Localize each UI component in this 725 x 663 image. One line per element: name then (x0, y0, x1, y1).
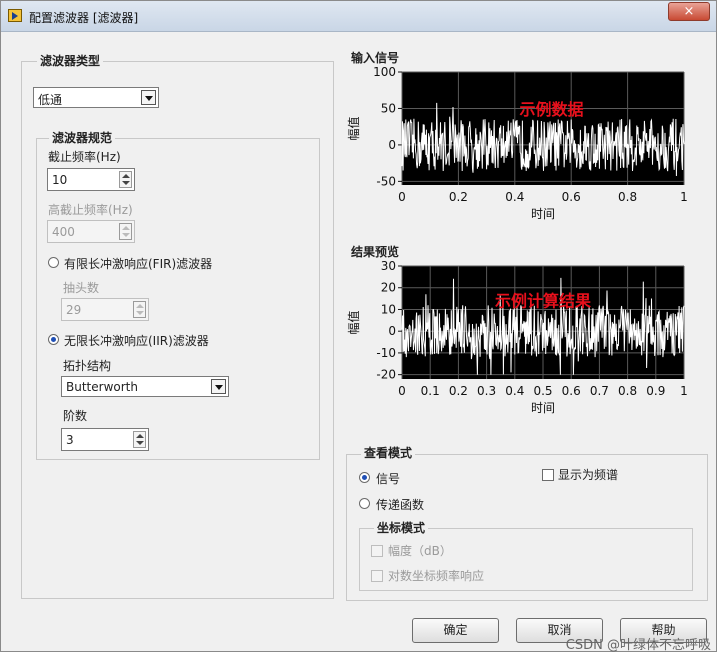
topology-label: 拓扑结构 (63, 359, 112, 373)
order-input[interactable]: 3 (61, 428, 149, 451)
show-spectrum-checkbox[interactable] (542, 469, 554, 481)
x-tick-label: 1 (680, 384, 688, 398)
high-cutoff-input: 400 (47, 220, 135, 243)
window-title: 配置滤波器 [滤波器] (29, 11, 139, 25)
cutoff-value: 10 (52, 173, 68, 187)
x-tick-label: 0 (398, 190, 406, 204)
labview-app-icon (8, 9, 22, 22)
x-tick-label: 0.1 (421, 384, 440, 398)
y-tick-label: -50 (376, 174, 396, 188)
watermark: CSDN @叶绿体不忘呼吸 (565, 638, 711, 653)
show-spectrum-label: 显示为频谱 (558, 468, 619, 482)
x-tick-label: 0 (398, 384, 406, 398)
transfer-function-radio[interactable] (359, 498, 370, 509)
signal-label: 信号 (376, 472, 401, 486)
y-tick-label: -10 (376, 346, 396, 360)
y-axis-label: 幅值 (346, 116, 361, 140)
page-bottom-strip (0, 653, 725, 663)
x-tick-label: 0.4 (505, 190, 524, 204)
chevron-down-icon[interactable] (141, 90, 156, 105)
taps-spinner (133, 301, 146, 318)
title-bar: 配置滤波器 [滤波器] × (1, 1, 716, 32)
x-tick-label: 0.2 (449, 384, 468, 398)
x-tick-label: 0.8 (618, 190, 637, 204)
x-tick-label: 0.5 (533, 384, 552, 398)
log-frequency-checkbox (371, 570, 383, 582)
ok-button[interactable]: 确定 (412, 618, 499, 643)
high-cutoff-spinner (119, 223, 132, 240)
cutoff-input[interactable]: 10 (47, 168, 135, 191)
chevron-down-icon[interactable] (211, 379, 226, 394)
taps-input: 29 (61, 298, 149, 321)
transfer-function-label: 传递函数 (376, 498, 425, 512)
filter-type-select[interactable]: 低通 (33, 87, 159, 108)
iir-radio[interactable] (48, 334, 59, 345)
x-tick-label: 0.6 (562, 384, 581, 398)
db-label: 幅度（dB） (388, 544, 452, 558)
y-axis-label: 幅值 (346, 310, 361, 334)
y-tick-label: -20 (376, 368, 396, 382)
x-tick-label: 0.6 (562, 190, 581, 204)
cutoff-label: 截止频率(Hz) (48, 150, 121, 164)
high-cutoff-value: 400 (52, 225, 75, 239)
x-tick-label: 0.7 (590, 384, 609, 398)
overlay-label: 示例计算结果 (495, 292, 591, 311)
x-axis-label: 时间 (531, 401, 555, 415)
close-button[interactable]: × (668, 2, 710, 21)
iir-label: 无限长冲激响应(IIR)滤波器 (64, 334, 209, 348)
y-tick-label: 30 (381, 259, 396, 273)
y-tick-label: 100 (373, 65, 396, 79)
input-signal-chart: 0 0.2 0.4 0.6 0.8 1100500-50示例数据时间幅值 (346, 65, 688, 221)
signal-radio[interactable] (359, 472, 370, 483)
filter-spec-label: 滤波器规范 (49, 129, 116, 146)
y-tick-label: 50 (381, 101, 396, 115)
taps-label: 抽头数 (63, 281, 100, 295)
filter-type-label: 滤波器类型 (37, 52, 104, 69)
y-tick-label: 20 (381, 281, 396, 295)
x-tick-label: 1 (680, 190, 688, 204)
filter-type-value: 低通 (38, 93, 63, 107)
x-tick-label: 0.3 (477, 384, 496, 398)
taps-value: 29 (66, 303, 82, 317)
cutoff-spinner[interactable] (119, 171, 132, 188)
log-frequency-label: 对数坐标频率响应 (388, 569, 485, 583)
x-tick-label: 0.8 (618, 384, 637, 398)
overlay-label: 示例数据 (519, 100, 583, 119)
x-tick-label: 0.2 (449, 190, 468, 204)
topology-value: Butterworth (66, 380, 138, 394)
x-tick-label: 0.9 (646, 384, 665, 398)
fir-label: 有限长冲激响应(FIR)滤波器 (64, 257, 213, 271)
y-tick-label: 0 (388, 138, 396, 152)
fir-radio[interactable] (48, 257, 59, 268)
order-label: 阶数 (63, 409, 88, 423)
x-axis-label: 时间 (531, 207, 555, 221)
result-preview-chart: 0 0.1 0.2 0.3 0.4 0.5 0.6 0.7 0.8 0.9 1 30 20 10 0 -10 -… (346, 259, 688, 415)
high-cutoff-label: 高截止频率(Hz) (48, 203, 133, 217)
dialog-window: 配置滤波器 [滤波器] × 滤波器类型 低通 滤波器规范 截止频率(Hz) 10… (0, 0, 717, 652)
y-tick-label: 10 (381, 302, 396, 316)
order-value: 3 (66, 433, 74, 447)
x-tick-label: 0.4 (505, 384, 524, 398)
topology-select[interactable]: Butterworth (61, 376, 229, 397)
view-mode-label: 查看模式 (361, 444, 416, 461)
y-tick-label: 0 (388, 324, 396, 338)
scale-mode-label: 坐标模式 (374, 519, 429, 536)
order-spinner[interactable] (133, 431, 146, 448)
db-checkbox (371, 545, 383, 557)
